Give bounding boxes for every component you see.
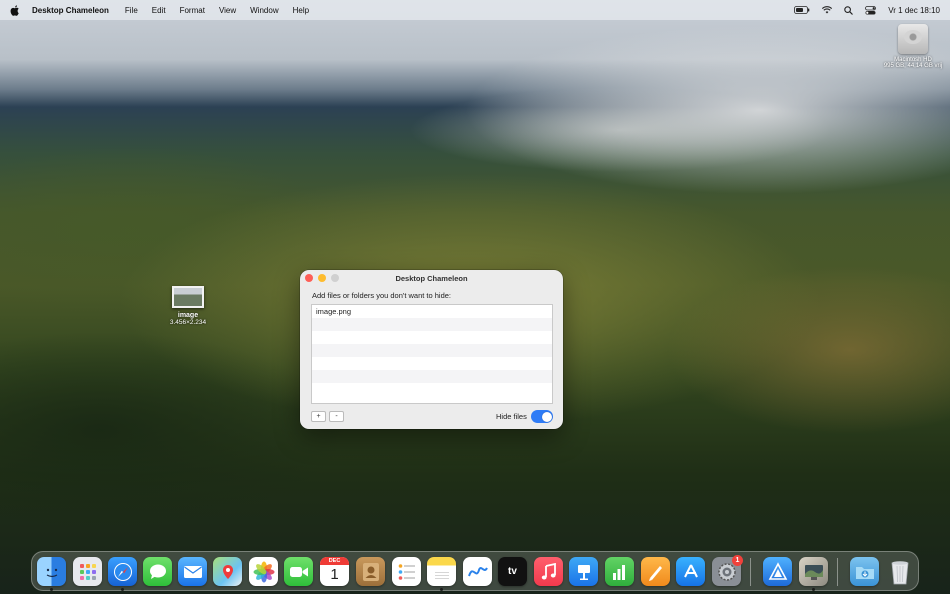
running-indicator — [812, 588, 815, 591]
mail-icon[interactable] — [178, 557, 207, 586]
calendar-day: 1 — [330, 566, 339, 583]
notes-icon[interactable] — [427, 557, 456, 586]
list-empty-row — [312, 370, 552, 383]
freeform-icon[interactable] — [463, 557, 492, 586]
menu-help[interactable]: Help — [293, 6, 309, 15]
notification-badge: 1 — [732, 555, 743, 566]
reminders-icon[interactable] — [392, 557, 421, 586]
messages-icon[interactable] — [143, 557, 172, 586]
app-store-icon[interactable] — [676, 557, 705, 586]
apple-tv-icon[interactable]: tv — [498, 557, 527, 586]
running-indicator — [50, 588, 53, 591]
hide-files-toggle[interactable] — [531, 410, 553, 423]
dock-separator — [837, 558, 838, 586]
menu-file[interactable]: File — [125, 6, 138, 15]
contacts-icon[interactable] — [356, 557, 385, 586]
safari-icon[interactable] — [108, 557, 137, 586]
control-center-icon[interactable] — [865, 5, 877, 15]
disk-info: 995 GB, 44,14 GB vrij — [883, 63, 943, 69]
wifi-icon[interactable] — [822, 6, 833, 14]
app-name-menu[interactable]: Desktop Chameleon — [32, 6, 109, 15]
menu-view[interactable]: View — [219, 6, 236, 15]
downloads-folder-icon[interactable] — [850, 557, 879, 586]
instructions-label: Add files or folders you don't want to h… — [312, 291, 452, 300]
maps-icon[interactable] — [213, 557, 242, 586]
system-settings-icon[interactable]: 1 — [712, 555, 743, 586]
launchpad-icon[interactable] — [73, 557, 102, 586]
zoom-window-button[interactable] — [331, 274, 339, 282]
hard-drive-icon — [898, 24, 928, 54]
hide-files-label: Hide files — [496, 412, 527, 421]
running-indicator — [440, 588, 443, 591]
battery-icon[interactable] — [794, 6, 810, 14]
menubar-clock[interactable]: Vr 1 dec 18:10 — [888, 6, 940, 15]
desktop-chameleon-icon[interactable] — [799, 557, 828, 586]
list-empty-row — [312, 331, 552, 344]
window-title: Desktop Chameleon — [395, 273, 468, 283]
close-window-button[interactable] — [305, 274, 313, 282]
photos-icon[interactable] — [249, 557, 278, 586]
list-empty-row — [312, 383, 552, 396]
calendar-icon[interactable]: DEC 1 — [320, 557, 349, 586]
search-icon[interactable] — [844, 5, 854, 15]
dock: DEC 1 tv 1 — [31, 551, 919, 591]
macintosh-hd-disk-icon[interactable]: Macintosh HD 995 GB, 44,14 GB vrij — [879, 24, 947, 69]
dock-separator — [750, 558, 751, 586]
running-indicator — [121, 588, 124, 591]
tv-label: tv — [508, 566, 517, 577]
list-empty-row — [312, 344, 552, 357]
menu-format[interactable]: Format — [180, 6, 205, 15]
toggle-knob — [541, 411, 552, 422]
traffic-lights — [305, 274, 339, 282]
apple-menu-icon[interactable] — [10, 4, 22, 16]
desktop-file-dimensions: 3.456×2.234 — [169, 319, 207, 326]
excluded-files-list[interactable]: image.png — [311, 304, 553, 404]
numbers-icon[interactable] — [605, 557, 634, 586]
menu-bar: Desktop Chameleon File Edit Format View … — [0, 0, 950, 20]
list-item[interactable]: image.png — [312, 305, 552, 318]
testflight-icon[interactable] — [763, 557, 792, 586]
desktop-chameleon-window: Desktop Chameleon Add files or folders y… — [300, 270, 563, 429]
add-file-button[interactable]: + — [311, 411, 326, 422]
trash-icon[interactable] — [885, 557, 914, 586]
finder-icon[interactable] — [37, 557, 66, 586]
minimize-window-button[interactable] — [318, 274, 326, 282]
desktop-file-image[interactable]: image 3.456×2.234 — [160, 286, 216, 326]
image-thumbnail-icon — [172, 286, 204, 308]
music-icon[interactable] — [534, 557, 563, 586]
calendar-month: DEC — [320, 557, 349, 565]
keynote-icon[interactable] — [569, 557, 598, 586]
facetime-icon[interactable] — [284, 557, 313, 586]
menu-window[interactable]: Window — [250, 6, 278, 15]
remove-file-button[interactable]: - — [329, 411, 344, 422]
pages-icon[interactable] — [641, 557, 670, 586]
menu-edit[interactable]: Edit — [152, 6, 166, 15]
list-empty-row — [312, 357, 552, 370]
desktop-file-name: image — [177, 312, 199, 319]
window-titlebar[interactable]: Desktop Chameleon — [300, 270, 563, 286]
list-empty-row — [312, 318, 552, 331]
